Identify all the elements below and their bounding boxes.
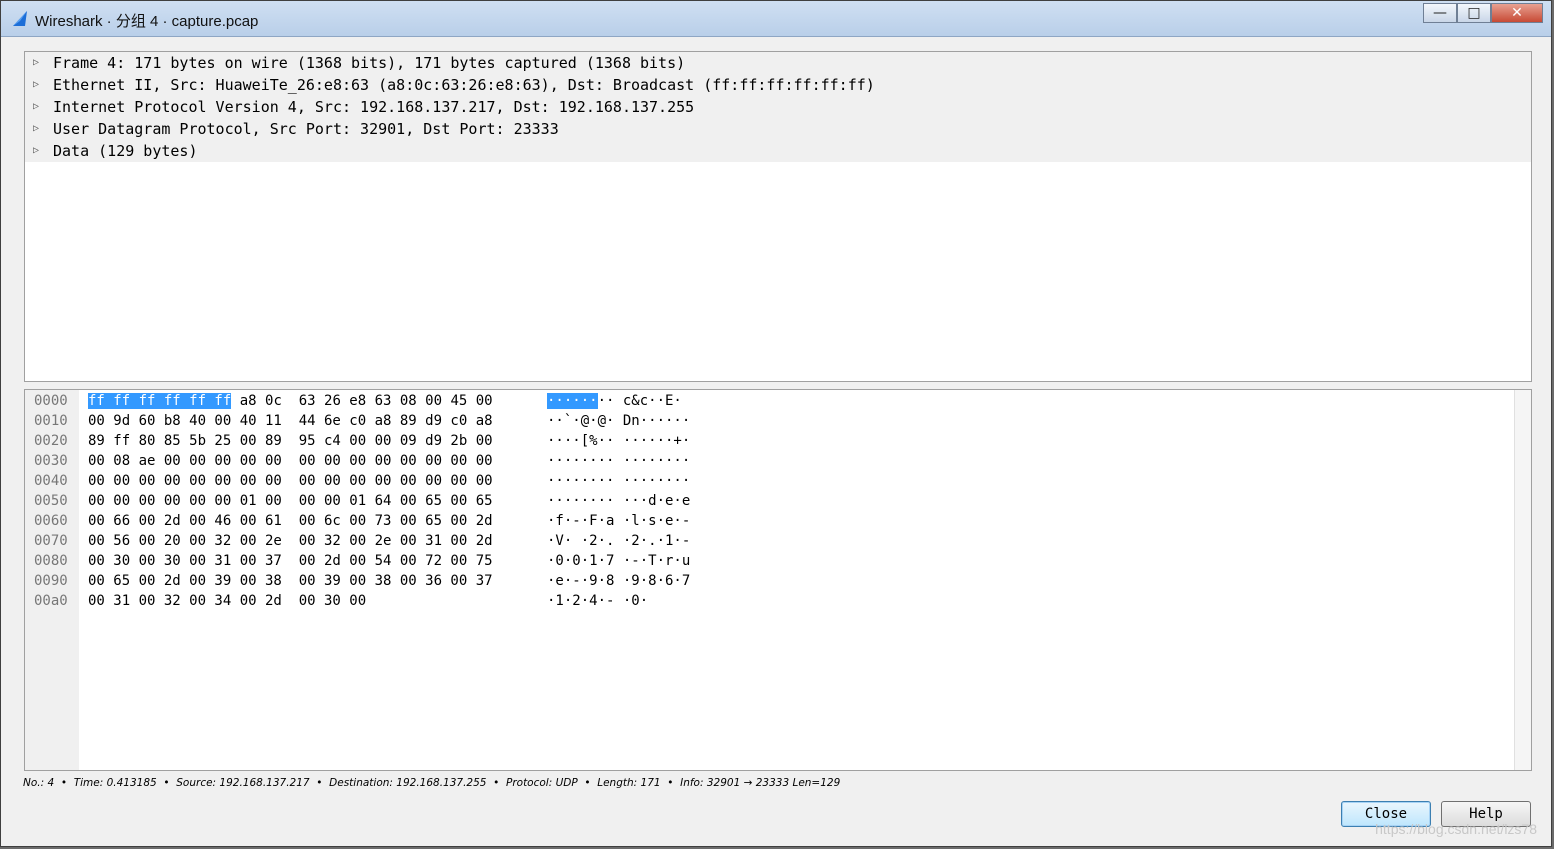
hex-bytes-rest[interactable]: 00 00 00 00 00 00 01 00 00 00 01 64 00 6…	[88, 493, 493, 509]
bytes-scrollbar[interactable]	[1514, 390, 1531, 770]
hex-offset: 0070	[34, 533, 68, 549]
hex-row[interactable]: 0070 00 56 00 20 00 32 00 2e 00 32 00 2e …	[25, 531, 1515, 551]
hex-bytes[interactable]: 00 31 00 32 00 34 00 2d 00 30 00	[88, 591, 366, 611]
hex-ascii-rest[interactable]: ·V· ·2·. ·2·.·1·-	[547, 533, 690, 549]
hex-ascii[interactable]: ····[%·· ······+·	[547, 431, 690, 451]
hex-row[interactable]: 00a0 00 31 00 32 00 34 00 2d 00 30 00 ·1·2…	[25, 591, 1515, 611]
hex-bytes-rest[interactable]: 00 30 00 30 00 31 00 37 00 2d 00 54 00 7…	[88, 553, 493, 569]
hex-ascii-rest[interactable]: ·e·-·9·8 ·9·8·6·7	[547, 573, 690, 589]
expand-arrow-icon[interactable]: ▷	[33, 140, 49, 162]
window-controls: — □ ✕	[1423, 3, 1543, 23]
packet-summary-line: No.: 4 • Time: 0.413185 • Source: 192.16…	[23, 777, 841, 789]
hex-ascii-rest[interactable]: ········ ········	[547, 473, 690, 489]
hex-ascii-rest[interactable]: ··`·@·@· Dn······	[547, 413, 690, 429]
hex-bytes-rest[interactable]: 00 08 ae 00 00 00 00 00 00 00 00 00 00 0…	[88, 453, 493, 469]
close-window-button[interactable]: ✕	[1491, 3, 1543, 23]
tree-item-frame[interactable]: ▷ Frame 4: 171 bytes on wire (1368 bits)…	[25, 52, 1531, 74]
expand-arrow-icon[interactable]: ▷	[33, 96, 49, 118]
hex-bytes-rest[interactable]: 89 ff 80 85 5b 25 00 89 95 c4 00 00 09 d…	[88, 433, 493, 449]
hex-offset: 0080	[34, 553, 68, 569]
hex-ascii-rest[interactable]: ·1·2·4·- ·0·	[547, 593, 648, 609]
hex-offset: 0000	[34, 393, 68, 409]
minimize-button[interactable]: —	[1423, 3, 1457, 23]
hex-ascii[interactable]: ········ ········	[547, 451, 690, 471]
tree-item-ethernet[interactable]: ▷ Ethernet II, Src: HuaweiTe_26:e8:63 (a…	[25, 74, 1531, 96]
hex-offset: 0040	[34, 473, 68, 489]
hex-bytes-rest[interactable]: 00 31 00 32 00 34 00 2d 00 30 00	[88, 593, 366, 609]
packet-detail-tree[interactable]: ▷ Frame 4: 171 bytes on wire (1368 bits)…	[24, 51, 1532, 382]
hex-offset: 00a0	[34, 593, 68, 609]
hex-ascii[interactable]: ··`·@·@· Dn······	[547, 411, 690, 431]
hex-ascii[interactable]: ·1·2·4·- ·0·	[547, 591, 648, 611]
hex-bytes[interactable]: 00 56 00 20 00 32 00 2e 00 32 00 2e 00 3…	[88, 531, 493, 551]
tree-item-ipv4[interactable]: ▷ Internet Protocol Version 4, Src: 192.…	[25, 96, 1531, 118]
hex-row[interactable]: 0060 00 66 00 2d 00 46 00 61 00 6c 00 73 …	[25, 511, 1515, 531]
hex-row[interactable]: 0030 00 08 ae 00 00 00 00 00 00 00 00 00 …	[25, 451, 1515, 471]
hex-ascii[interactable]: ·e·-·9·8 ·9·8·6·7	[547, 571, 690, 591]
wireshark-fin-icon	[13, 11, 27, 26]
hex-bytes[interactable]: 00 00 00 00 00 00 00 00 00 00 00 00 00 0…	[88, 471, 493, 491]
hex-ascii-selected[interactable]: ······	[547, 393, 598, 409]
hex-row[interactable]: 0050 00 00 00 00 00 00 01 00 00 00 01 64 …	[25, 491, 1515, 511]
expand-arrow-icon[interactable]: ▷	[33, 118, 49, 140]
hex-bytes-rest[interactable]: 00 56 00 20 00 32 00 2e 00 32 00 2e 00 3…	[88, 533, 493, 549]
hex-ascii-rest[interactable]: ····[%·· ······+·	[547, 433, 690, 449]
hex-bytes[interactable]: 00 66 00 2d 00 46 00 61 00 6c 00 73 00 6…	[88, 511, 493, 531]
tree-item-label: Internet Protocol Version 4, Src: 192.16…	[53, 98, 695, 116]
window-title: Wireshark · 分组 4 · capture.pcap	[35, 13, 259, 30]
hex-ascii[interactable]: ·V· ·2·. ·2·.·1·-	[547, 531, 690, 551]
hex-bytes[interactable]: ff ff ff ff ff ff a8 0c 63 26 e8 63 08 0…	[88, 391, 493, 411]
tree-item-data[interactable]: ▷ Data (129 bytes)	[25, 140, 1531, 162]
hex-offset: 0060	[34, 513, 68, 529]
hex-ascii-rest[interactable]: ·· c&c··E·	[598, 393, 682, 409]
hex-row[interactable]: 0010 00 9d 60 b8 40 00 40 11 44 6e c0 a8 …	[25, 411, 1515, 431]
hex-ascii-rest[interactable]: ·f·-·F·a ·l·s·e·-	[547, 513, 690, 529]
bytes-pane[interactable]: 0000 ff ff ff ff ff ff a8 0c 63 26 e8 63 …	[24, 389, 1532, 771]
hex-bytes-selected[interactable]: ff ff ff ff ff ff	[88, 393, 232, 409]
hex-offset: 0010	[34, 413, 68, 429]
hex-ascii[interactable]: ········ ···d·e·e	[547, 491, 690, 511]
hex-bytes[interactable]: 00 65 00 2d 00 39 00 38 00 39 00 38 00 3…	[88, 571, 493, 591]
hex-ascii-rest[interactable]: ········ ···d·e·e	[547, 493, 690, 509]
title-bar[interactable]: Wireshark · 分组 4 · capture.pcap — □ ✕	[1, 1, 1551, 37]
hex-bytes-rest[interactable]: 00 00 00 00 00 00 00 00 00 00 00 00 00 0…	[88, 473, 493, 489]
hex-bytes-rest[interactable]: 00 66 00 2d 00 46 00 61 00 6c 00 73 00 6…	[88, 513, 493, 529]
hex-row[interactable]: 0000 ff ff ff ff ff ff a8 0c 63 26 e8 63 …	[25, 391, 1515, 411]
hex-ascii[interactable]: ········ ········	[547, 471, 690, 491]
hex-ascii[interactable]: ·0·0·1·7 ·-·T·r·u	[547, 551, 690, 571]
hex-bytes-rest[interactable]: 00 65 00 2d 00 39 00 38 00 39 00 38 00 3…	[88, 573, 493, 589]
hex-offset: 0050	[34, 493, 68, 509]
tree-item-label: User Datagram Protocol, Src Port: 32901,…	[53, 120, 559, 138]
hex-row[interactable]: 0040 00 00 00 00 00 00 00 00 00 00 00 00 …	[25, 471, 1515, 491]
hex-bytes[interactable]: 00 9d 60 b8 40 00 40 11 44 6e c0 a8 89 d…	[88, 411, 493, 431]
hex-row[interactable]: 0090 00 65 00 2d 00 39 00 38 00 39 00 38 …	[25, 571, 1515, 591]
hex-ascii[interactable]: ········ c&c··E·	[547, 391, 682, 411]
maximize-button[interactable]: □	[1457, 3, 1491, 23]
packet-dialog-window: Wireshark · 分组 4 · capture.pcap — □ ✕ ▷ …	[0, 0, 1552, 847]
hex-row[interactable]: 0080 00 30 00 30 00 31 00 37 00 2d 00 54 …	[25, 551, 1515, 571]
tree-item-label: Ethernet II, Src: HuaweiTe_26:e8:63 (a8:…	[53, 76, 875, 94]
tree-item-label: Data (129 bytes)	[53, 142, 198, 160]
hex-bytes[interactable]: 00 00 00 00 00 00 01 00 00 00 01 64 00 6…	[88, 491, 493, 511]
tree-item-label: Frame 4: 171 bytes on wire (1368 bits), …	[53, 54, 686, 72]
hex-offset: 0030	[34, 453, 68, 469]
hex-bytes-rest[interactable]: a8 0c 63 26 e8 63 08 00 45 00	[231, 393, 493, 409]
watermark: https://blog.csdn.net/lzs78	[1375, 821, 1537, 837]
expand-arrow-icon[interactable]: ▷	[33, 52, 49, 74]
expand-arrow-icon[interactable]: ▷	[33, 74, 49, 96]
hex-bytes[interactable]: 00 30 00 30 00 31 00 37 00 2d 00 54 00 7…	[88, 551, 493, 571]
hex-ascii-rest[interactable]: ·0·0·1·7 ·-·T·r·u	[547, 553, 690, 569]
hex-ascii[interactable]: ·f·-·F·a ·l·s·e·-	[547, 511, 690, 531]
tree-item-udp[interactable]: ▷ User Datagram Protocol, Src Port: 3290…	[25, 118, 1531, 140]
hex-ascii-rest[interactable]: ········ ········	[547, 453, 690, 469]
hex-bytes[interactable]: 00 08 ae 00 00 00 00 00 00 00 00 00 00 0…	[88, 451, 493, 471]
hex-offset: 0090	[34, 573, 68, 589]
hex-bytes[interactable]: 89 ff 80 85 5b 25 00 89 95 c4 00 00 09 d…	[88, 431, 493, 451]
hex-row[interactable]: 0020 89 ff 80 85 5b 25 00 89 95 c4 00 00 …	[25, 431, 1515, 451]
hex-bytes-rest[interactable]: 00 9d 60 b8 40 00 40 11 44 6e c0 a8 89 d…	[88, 413, 493, 429]
hex-offset: 0020	[34, 433, 68, 449]
